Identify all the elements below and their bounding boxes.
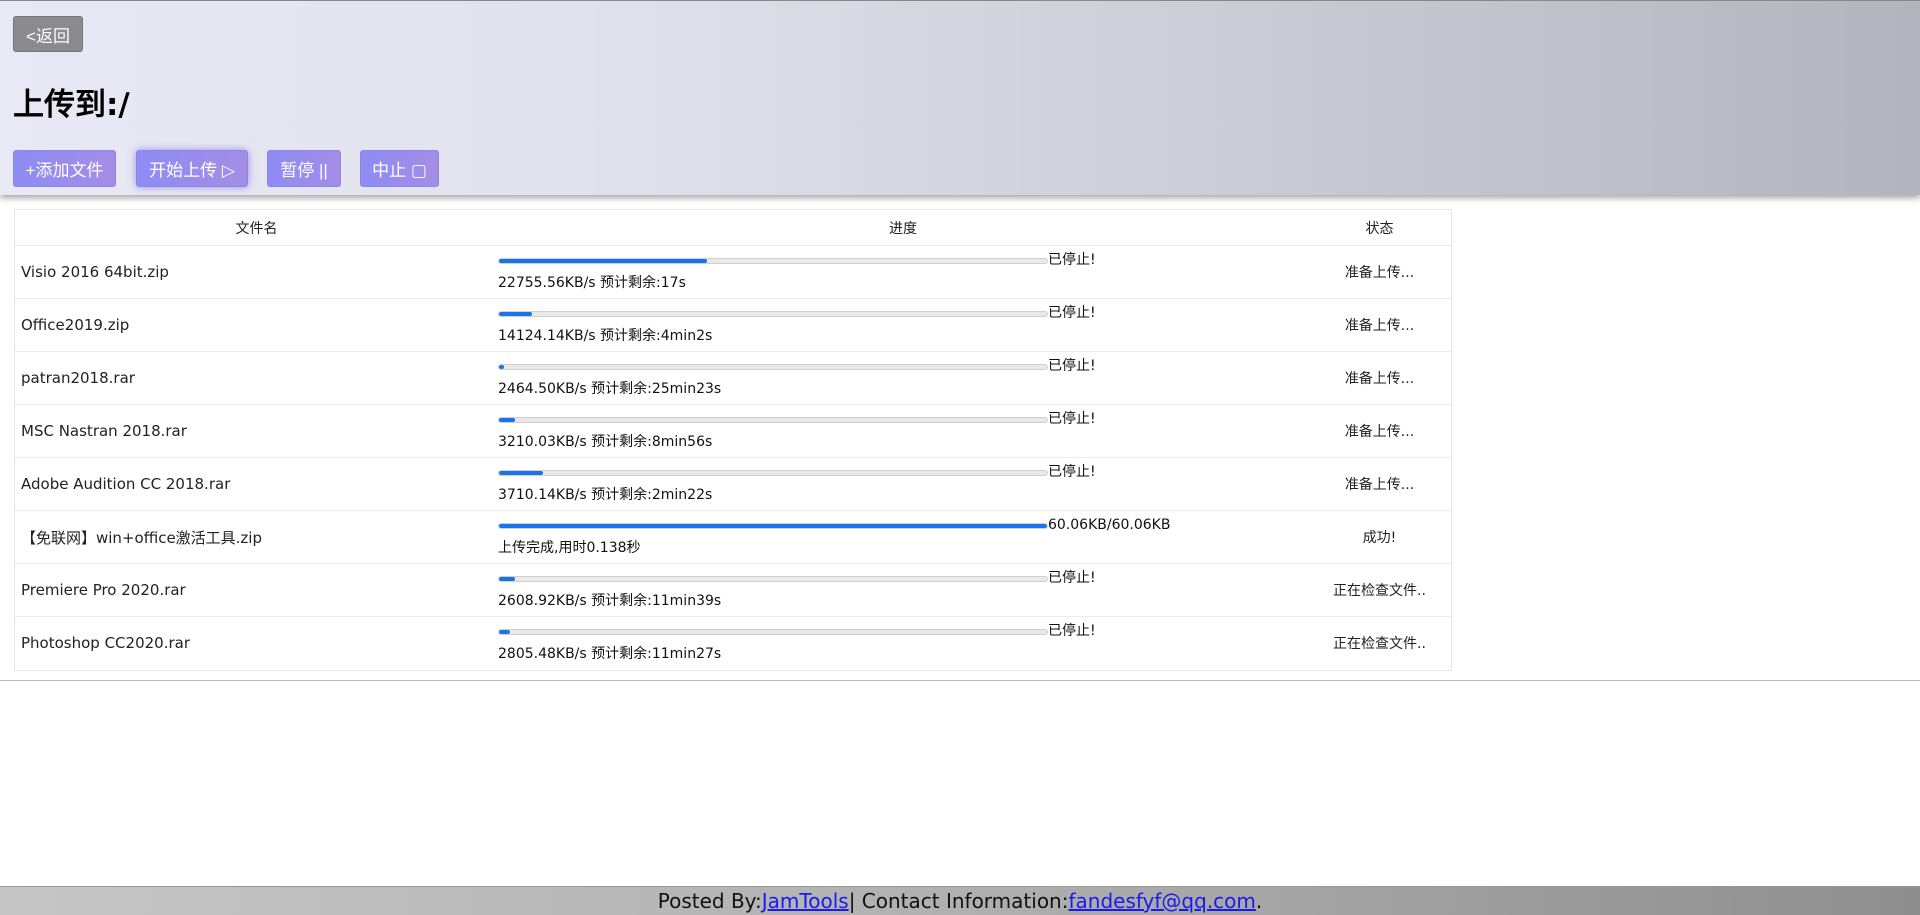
speed-text: 3210.03KB/s 预计剩余:8min56s [498,434,713,450]
table-row: Premiere Pro 2020.rar 已停止! 2608.92KB/s 预… [15,564,1451,617]
toolbar: +添加文件 开始上传 ▷ 暂停 || 中止 ▢ [13,150,439,187]
speed-text: 22755.56KB/s 预计剩余:17s [498,275,686,291]
progress-bar [498,364,1048,370]
progress-label: 已停止! [1048,623,1096,640]
author-link[interactable]: JamTools [762,889,849,913]
progress-bar [498,576,1048,582]
table-row: Photoshop CC2020.rar 已停止! 2805.48KB/s 预计… [15,617,1451,670]
progress-label: 已停止! [1048,358,1096,374]
progress-bar [498,470,1048,476]
pause-button[interactable]: 暂停 || [267,150,341,187]
speed-text: 上传完成,用时0.138秒 [498,540,641,556]
progress-cell: 已停止! 14124.14KB/s 预计剩余:4min2s [498,299,1308,352]
progress-cell: 已停止! 2805.48KB/s 预计剩余:11min27s [498,617,1308,670]
progress-fill [499,471,543,475]
footer-prefix: Posted By: [657,889,762,913]
progress-label: 60.06KB/60.06KB [1048,517,1171,533]
progress-label: 已停止! [1048,570,1096,586]
progress-cell: 已停止! 2608.92KB/s 预计剩余:11min39s [498,564,1308,617]
progress-bar [498,417,1048,423]
progress-fill [499,577,516,581]
file-name: Photoshop CC2020.rar [21,634,190,653]
file-name: Office2019.zip [21,316,130,334]
table-row: Office2019.zip 已停止! 14124.14KB/s 预计剩余:4m… [15,299,1451,352]
speed-text: 3710.14KB/s 预计剩余:2min22s [498,487,713,503]
status-text: 准备上传... [1344,424,1415,440]
file-name: patran2018.rar [21,369,135,387]
add-file-button[interactable]: +添加文件 [13,150,116,187]
column-header-progress: 进度 [498,210,1308,246]
back-button[interactable]: <返回 [13,16,83,52]
column-header-filename: 文件名 [15,210,498,246]
status-text: 成功! [1362,530,1397,546]
status-text: 正在检查文件.. [1333,583,1426,599]
progress-cell: 已停止! 3710.14KB/s 预计剩余:2min22s [498,458,1308,511]
file-name: Visio 2016 64bit.zip [21,263,169,281]
table-header-row: 文件名 进度 状态 [15,210,1451,246]
header: <返回 上传到:/ +添加文件 开始上传 ▷ 暂停 || 中止 ▢ [0,0,1920,195]
footer-middle: | Contact Information: [848,889,1069,913]
status-text: 准备上传... [1344,477,1415,493]
footer-suffix: . [1255,889,1263,913]
file-name: 【免联网】win+office激活工具.zip [21,528,262,547]
table-row: MSC Nastran 2018.rar 已停止! 3210.03KB/s 预计… [15,405,1451,458]
progress-fill [499,365,505,369]
progress-bar [498,311,1048,317]
progress-cell: 已停止! 2464.50KB/s 预计剩余:25min23s [498,352,1308,405]
upload-table: 文件名 进度 状态 Visio 2016 64bit.zip 已停止! 2275… [14,209,1452,671]
progress-bar [498,523,1048,529]
progress-label: 已停止! [1048,464,1096,480]
divider [0,680,1920,681]
footer: Posted By: JamTools | Contact Informatio… [0,886,1920,915]
email-link[interactable]: fandesfyf@qq.com [1068,889,1255,913]
progress-label: 已停止! [1048,252,1096,268]
progress-cell: 已停止! 22755.56KB/s 预计剩余:17s [498,246,1308,299]
status-text: 准备上传... [1344,265,1415,281]
progress-fill [499,312,532,316]
page-title: 上传到:/ [13,87,130,123]
progress-bar [498,629,1048,636]
progress-cell: 60.06KB/60.06KB 上传完成,用时0.138秒 [498,511,1308,564]
speed-text: 2805.48KB/s 预计剩余:11min27s [498,646,722,663]
table-row: Visio 2016 64bit.zip 已停止! 22755.56KB/s 预… [15,246,1451,299]
speed-text: 14124.14KB/s 预计剩余:4min2s [498,328,713,344]
progress-fill [499,524,1047,528]
progress-fill [499,418,516,422]
status-text: 准备上传... [1344,318,1415,334]
progress-label: 已停止! [1048,305,1096,321]
table-row: Adobe Audition CC 2018.rar 已停止! 3710.14K… [15,458,1451,511]
progress-bar [498,258,1048,264]
stop-button[interactable]: 中止 ▢ [360,150,439,187]
speed-text: 2464.50KB/s 预计剩余:25min23s [498,381,722,397]
status-text: 正在检查文件.. [1333,636,1426,653]
file-name: Adobe Audition CC 2018.rar [21,475,231,493]
table-row: 【免联网】win+office激活工具.zip 60.06KB/60.06KB … [15,511,1451,564]
file-name: Premiere Pro 2020.rar [21,581,186,599]
speed-text: 2608.92KB/s 预计剩余:11min39s [498,593,722,609]
file-name: MSC Nastran 2018.rar [21,422,187,440]
progress-fill [499,259,708,263]
status-text: 准备上传... [1344,371,1415,387]
progress-cell: 已停止! 3210.03KB/s 预计剩余:8min56s [498,405,1308,458]
progress-label: 已停止! [1048,411,1096,427]
start-upload-button[interactable]: 开始上传 ▷ [136,150,248,187]
table-row: patran2018.rar 已停止! 2464.50KB/s 预计剩余:25m… [15,352,1451,405]
progress-fill [499,630,510,635]
column-header-status: 状态 [1308,210,1451,246]
